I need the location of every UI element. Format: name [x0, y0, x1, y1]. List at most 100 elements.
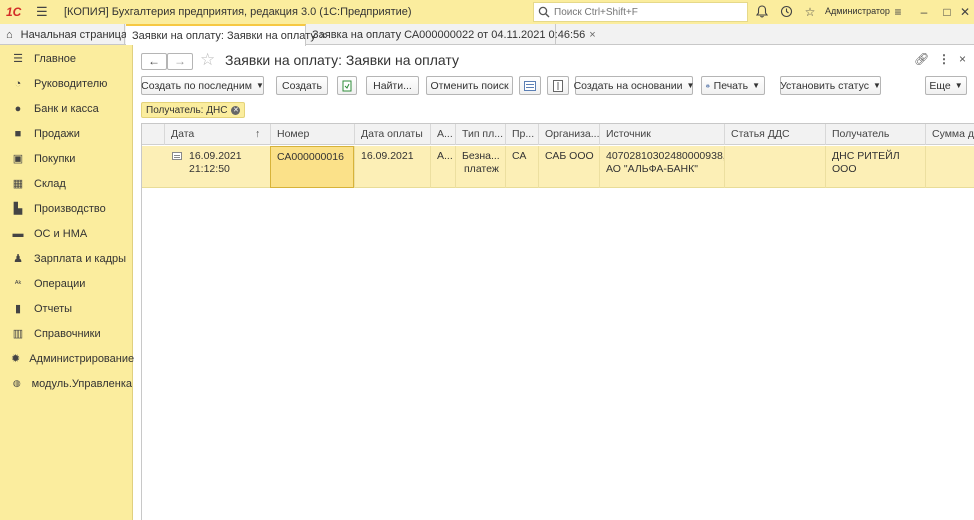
tab-payment-requests[interactable]: Заявки на оплату: Заявки на оплату × [126, 24, 326, 46]
column-header-number[interactable]: Номер [270, 124, 354, 145]
user-name[interactable]: Администратор [825, 6, 890, 16]
books-icon: ▥ [12, 328, 24, 340]
create-based-on-button[interactable]: Создать на основании ▼ [573, 76, 695, 95]
find-button[interactable]: Найти... [366, 76, 419, 95]
more-vertical-icon[interactable]: ⋮ [938, 52, 950, 66]
minimize-icon[interactable]: – [917, 5, 931, 19]
button-label: Создать по последним [141, 79, 252, 92]
sort-up-arrow-icon: ↑ [255, 128, 261, 140]
sidebar-item-bank[interactable]: ● Банк и касса [0, 96, 132, 121]
search-icon [538, 6, 550, 18]
list-view-icon [524, 80, 536, 91]
sidebar-item-references[interactable]: ▥ Справочники [0, 321, 132, 346]
column-header-date[interactable]: Дата ↑ [164, 124, 269, 145]
operations-icon: ᴬᵏ [14, 279, 22, 288]
close-tab-icon[interactable]: × [589, 29, 595, 41]
column-header-recipient[interactable]: Получатель [825, 124, 926, 145]
sidebar-item-main[interactable]: ☰ Главное [0, 46, 132, 71]
filter-chip-recipient[interactable]: Получатель: ДНС ✕ [141, 102, 246, 118]
favorites-star-icon[interactable]: ☆ [803, 5, 817, 19]
tab-payment-request-doc[interactable]: Заявка на оплату СА000000022 от 04.11.20… [306, 24, 596, 45]
tab-label: Заявки на оплату: Заявки на оплату [132, 30, 316, 42]
dropdown-arrow-icon: ▼ [954, 81, 963, 90]
column-header-pr[interactable]: Пр... [505, 124, 538, 145]
back-button[interactable]: ← [141, 53, 167, 70]
sidebar-item-operations[interactable]: ᴬᵏ Операции [0, 271, 132, 296]
sidebar-item-admin[interactable]: ✹ Администрирование [0, 346, 135, 371]
column-header-payment-type[interactable]: Тип пл... [455, 124, 506, 145]
favorite-star-icon[interactable]: ☆ [200, 50, 215, 70]
sidebar-item-production[interactable]: ▙ Производство [0, 196, 132, 221]
1c-logo-icon: 1С [6, 5, 22, 19]
factory-icon: ▙ [13, 203, 23, 215]
create-button[interactable]: Создать [276, 76, 328, 95]
cancel-search-button[interactable]: Отменить поиск [426, 76, 513, 95]
close-window-icon[interactable]: ✕ [958, 5, 972, 19]
sidebar-item-label: Администрирование [29, 352, 135, 365]
sidebar-item-manager[interactable]: ◔ Руководителю [0, 71, 132, 96]
warehouse-icon: ▦ [12, 178, 24, 190]
payment-type-line: Безна... [462, 150, 500, 162]
print-button[interactable]: Печать ▼ [701, 76, 765, 95]
sidebar-item-warehouse[interactable]: ▦ Склад [0, 171, 132, 196]
column-header-dds-item[interactable]: Статья ДДС [724, 124, 826, 145]
source-bank: АО "АЛЬФА-БАНК" [606, 163, 698, 175]
sidebar-item-label: Операции [34, 277, 86, 290]
bell-icon[interactable] [755, 5, 769, 19]
button-label: Создать [282, 79, 322, 92]
table-row[interactable]: 16.09.2021 21:12:50 СА000000016 16.09.20… [142, 146, 974, 188]
sidebar-item-purchases[interactable]: ▣ Покупки [0, 146, 132, 171]
cell-number[interactable]: СА000000016 [270, 146, 354, 188]
dropdown-arrow-icon: ▼ [255, 81, 264, 90]
main-menu-icon[interactable]: ☰ [36, 4, 50, 20]
sidebar-item-sales[interactable]: ■ Продажи [0, 121, 132, 146]
cell-date: 16.09.2021 21:12:50 [183, 146, 269, 188]
dropdown-arrow-icon: ▼ [686, 81, 695, 90]
column-header-source[interactable]: Источник [599, 124, 725, 145]
button-label: Еще [929, 79, 951, 92]
sidebar-item-fixed-assets[interactable]: ▬ ОС и НМА [0, 221, 132, 246]
create-by-last-button[interactable]: Создать по последним ▼ [141, 76, 264, 95]
column-header-organization[interactable]: Организа... [538, 124, 600, 145]
search-box[interactable] [533, 2, 748, 22]
dropdown-arrow-icon: ▼ [872, 81, 881, 90]
column-header-pay-date[interactable]: Дата оплаты [354, 124, 431, 145]
link-icon[interactable]: 🔗︎ [914, 52, 929, 66]
button-label: Создать на основании [573, 79, 683, 92]
cell-sum [925, 146, 974, 188]
forward-button[interactable]: → [167, 53, 193, 70]
page-title: Заявки на оплату: Заявки на оплату [225, 52, 459, 68]
set-status-button[interactable]: Установить статус ▼ [780, 76, 881, 95]
more-button[interactable]: Еще ▼ [925, 76, 967, 95]
chart-icon: ◔ [14, 77, 22, 90]
cell-payment-type: Безна... платеж [455, 146, 506, 188]
module-icon: ◍ [12, 378, 21, 388]
close-form-icon[interactable]: × [959, 52, 966, 66]
sidebar-item-module[interactable]: ◍ модуль.Управленка [0, 371, 132, 396]
home-icon: ⌂ [6, 28, 13, 41]
column-header-a[interactable]: А... [430, 124, 456, 145]
cart-icon: ▣ [12, 153, 24, 165]
payment-type-line: платеж [464, 163, 499, 175]
sidebar-item-label: Производство [34, 202, 106, 215]
column-header-sum[interactable]: Сумма д [925, 124, 974, 145]
tab-home[interactable]: ⌂ Начальная страница [0, 24, 127, 45]
cell-organization: САБ ООО [538, 146, 600, 188]
remove-filter-icon[interactable]: ✕ [231, 105, 241, 115]
button-label: Отменить поиск [430, 79, 509, 92]
sidebar-item-label: Банк и касса [34, 102, 99, 115]
report-view-icon [553, 79, 563, 92]
copy-doc-button[interactable] [337, 76, 357, 95]
report-view-button[interactable] [547, 76, 569, 95]
search-input[interactable] [554, 6, 734, 18]
sidebar-item-reports[interactable]: ▮ Отчеты [0, 296, 132, 321]
tab-bar: ⌂ Начальная страница Заявки на оплату: З… [0, 24, 974, 46]
sidebar-item-label: Отчеты [34, 302, 73, 315]
list-view-button[interactable] [519, 76, 541, 95]
maximize-icon[interactable]: □ [940, 5, 954, 19]
history-icon[interactable] [779, 5, 793, 19]
main-area: ← → ☆ Заявки на оплату: Заявки на оплату… [134, 46, 974, 520]
app-title: [КОПИЯ] Бухгалтерия предприятия, редакци… [64, 6, 412, 18]
settings-menu-icon[interactable]: ≡ [891, 5, 905, 19]
sidebar-item-salary[interactable]: ♟ Зарплата и кадры [0, 246, 132, 271]
